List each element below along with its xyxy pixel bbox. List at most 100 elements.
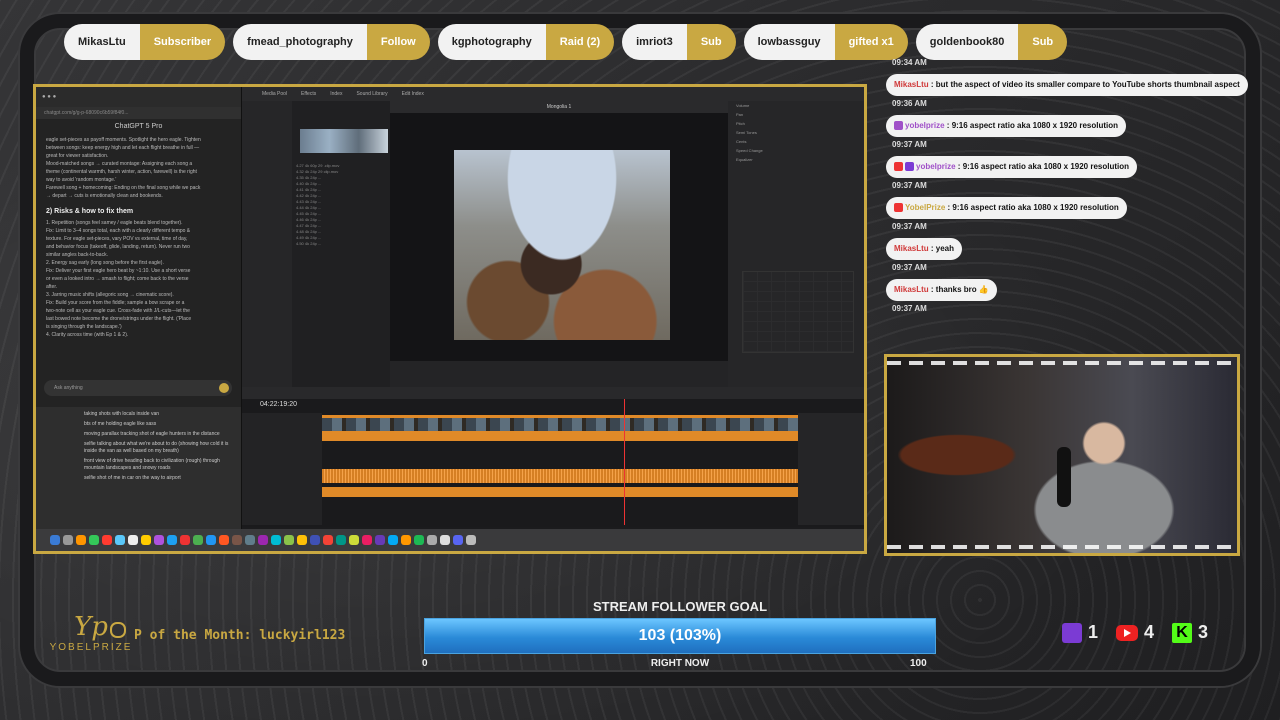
- browser-url-bar[interactable]: chatgpt.com/g/g-p-68090c6b59f84f0...: [36, 107, 241, 119]
- macos-dock: [36, 529, 864, 551]
- davinci-resolve-window[interactable]: Media Pool Effects Index Sound Library E…: [242, 87, 864, 527]
- app-icon[interactable]: [141, 535, 151, 545]
- chat-username: YobelPrize: [905, 203, 946, 212]
- inspector-panel[interactable]: Volume Pan Pitch Semi Tones Cents Speed …: [728, 101, 864, 387]
- alert-user: kgphotography: [437, 24, 546, 60]
- app-icon[interactable]: [401, 535, 411, 545]
- chat-username: yobelprize: [916, 162, 956, 171]
- chatgpt-window[interactable]: ● ● ● chatgpt.com/g/g-p-68090c6b59f84f0.…: [36, 87, 242, 551]
- inspector-semitones[interactable]: Semi Tones: [728, 128, 864, 137]
- response-line: between songs: keep energy high and let …: [46, 145, 200, 151]
- goal-value: 103 (103%): [638, 627, 722, 644]
- app-icon[interactable]: [258, 535, 268, 545]
- notes-icon[interactable]: [128, 535, 138, 545]
- chat-username: MikasLtu: [894, 80, 929, 89]
- app-icon[interactable]: [271, 535, 281, 545]
- app-icon[interactable]: [336, 535, 346, 545]
- timeline-tabs[interactable]: [242, 387, 864, 399]
- toolbar-edit-index[interactable]: Edit Index: [402, 91, 424, 97]
- app-icon[interactable]: [375, 535, 385, 545]
- playhead[interactable]: [624, 399, 625, 525]
- app-icon[interactable]: [245, 535, 255, 545]
- media-clip-list[interactable]: 4.27 4k 60p 29 .clip.mov 4.32 4k 24p 29 …: [296, 163, 388, 247]
- app-icon[interactable]: [388, 535, 398, 545]
- app-icon[interactable]: [310, 535, 320, 545]
- app-icon[interactable]: [76, 535, 86, 545]
- media-pool[interactable]: 4.27 4k 60p 29 .clip.mov 4.32 4k 24p 29 …: [292, 101, 390, 387]
- trash-icon[interactable]: [466, 535, 476, 545]
- bin-list[interactable]: [242, 101, 292, 387]
- app-icon[interactable]: [362, 535, 372, 545]
- video-preview[interactable]: [454, 150, 670, 340]
- app-icon[interactable]: [284, 535, 294, 545]
- app-icon[interactable]: [323, 535, 333, 545]
- app-icon[interactable]: [427, 535, 437, 545]
- finder-icon[interactable]: [50, 535, 60, 545]
- response-line: Fix: Limit to 3–4 songs total, each with…: [46, 228, 191, 234]
- chat-text: : 9:16 aspect ratio aka 1080 x 1920 reso…: [944, 121, 1118, 130]
- media-thumbnails[interactable]: [300, 129, 388, 153]
- chatgpt-input[interactable]: Ask anything: [44, 380, 232, 396]
- note-item: selfie shot of me in car on the way to a…: [84, 475, 181, 481]
- transport-controls[interactable]: [390, 361, 728, 387]
- toolbar-sound-library[interactable]: Sound Library: [356, 91, 387, 97]
- note-item: front view of drive heading back to civi…: [84, 458, 220, 471]
- kick-count: 3: [1198, 622, 1209, 642]
- inspector-volume[interactable]: Volume: [728, 101, 864, 110]
- browser-tabs[interactable]: ● ● ●: [36, 87, 241, 107]
- sub-badge-icon: [905, 162, 914, 172]
- spotify-icon[interactable]: [414, 535, 424, 545]
- eq-graph[interactable]: [742, 271, 854, 353]
- response-line: two-note cell as your eagle cue. Cross-f…: [46, 308, 190, 314]
- note-item: bts of me holding eagle like sass: [84, 421, 157, 427]
- app-icon[interactable]: [349, 535, 359, 545]
- audio-clip-track-2[interactable]: [322, 487, 798, 497]
- inspector-speed-change[interactable]: Speed Change: [728, 146, 864, 155]
- timeline-timecode: 04:22:19:20: [260, 401, 297, 408]
- toolbar-effects[interactable]: Effects: [301, 91, 316, 97]
- app-icon[interactable]: [297, 535, 307, 545]
- app-icon[interactable]: [167, 535, 177, 545]
- microphone-icon: [1057, 447, 1071, 507]
- app-icon[interactable]: [219, 535, 229, 545]
- video-clip-track[interactable]: [322, 415, 798, 432]
- note-item: moving parallax tracking shot of eagle h…: [84, 431, 220, 437]
- audio-clip-track[interactable]: [322, 469, 798, 483]
- screen-capture: ● ● ● chatgpt.com/g/g-p-68090c6b59f84f0.…: [33, 84, 867, 554]
- app-icon[interactable]: [154, 535, 164, 545]
- alert-user: imriot3: [622, 24, 687, 60]
- mail-icon[interactable]: [115, 535, 125, 545]
- calendar-icon[interactable]: [102, 535, 112, 545]
- inspector-pan[interactable]: Pan: [728, 110, 864, 119]
- toolbar-media-pool[interactable]: Media Pool: [262, 91, 287, 97]
- timeline-viewer[interactable]: Mongolia 1: [390, 101, 728, 387]
- chatgpt-model-title[interactable]: ChatGPT 5 Pro: [36, 123, 241, 130]
- app-icon[interactable]: [193, 535, 203, 545]
- alert-type: Raid (2): [545, 24, 615, 60]
- voice-icon[interactable]: [219, 383, 229, 393]
- app-icon[interactable]: [206, 535, 216, 545]
- video-clip-track-2[interactable]: [322, 431, 798, 441]
- audio-mixer[interactable]: [798, 413, 864, 525]
- app-icon[interactable]: [440, 535, 450, 545]
- inspector-cents[interactable]: Cents: [728, 137, 864, 146]
- inspector-equalizer[interactable]: Equalizer: [728, 155, 864, 164]
- app-icon[interactable]: [232, 535, 242, 545]
- response-line: way to avoid 'random montage.': [46, 177, 117, 183]
- edit-timeline[interactable]: 04:22:19:20: [242, 387, 864, 527]
- chat-timestamp: 09:37 AM: [892, 181, 927, 190]
- app-icon[interactable]: [180, 535, 190, 545]
- chatgpt-response: eagle set-pieces as payoff moments. Spot…: [36, 134, 241, 341]
- chatgpt-input-placeholder: Ask anything: [54, 385, 83, 391]
- toolbar-index[interactable]: Index: [330, 91, 342, 97]
- response-line: 3. Jarring music shifts (allegoric song …: [46, 292, 174, 298]
- viewer-title: Mongolia 1: [390, 101, 728, 113]
- clip-item[interactable]: 4.50 4k 24p ...: [296, 241, 388, 247]
- discord-icon[interactable]: [453, 535, 463, 545]
- response-line: last bowed note become the drone/strings…: [46, 316, 192, 322]
- track-headers[interactable]: [242, 413, 322, 525]
- platform-viewer-counts: 1 4 K3: [1062, 622, 1208, 643]
- messages-icon[interactable]: [89, 535, 99, 545]
- launchpad-icon[interactable]: [63, 535, 73, 545]
- inspector-pitch[interactable]: Pitch: [728, 119, 864, 128]
